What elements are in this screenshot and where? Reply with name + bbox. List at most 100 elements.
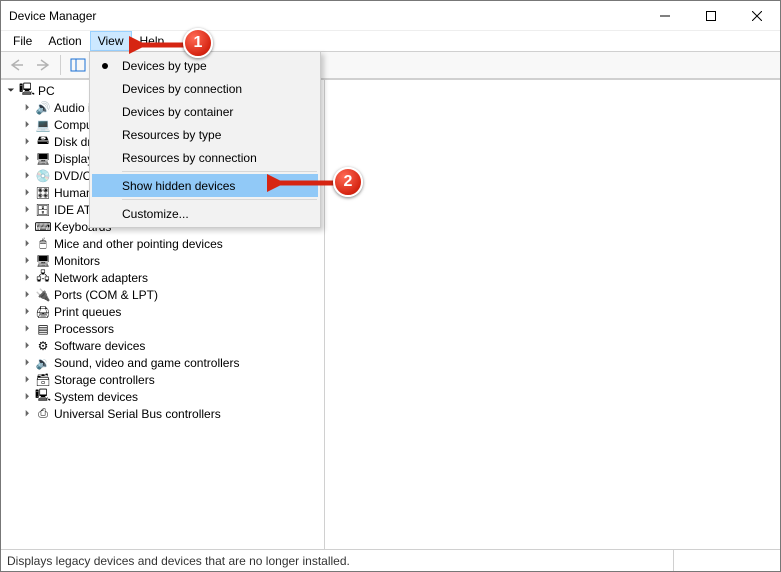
tree-node[interactable]: ⏵🖳System devices <box>21 388 324 405</box>
menuitem-devices-by-container[interactable]: Devices by container <box>92 100 318 123</box>
status-empty-cell <box>674 550 774 571</box>
menuitem-devices-by-type[interactable]: Devices by type <box>92 54 318 77</box>
tree-node-label: System devices <box>54 390 138 404</box>
menu-view[interactable]: View <box>90 31 132 51</box>
tree-node-label: Print queues <box>54 305 121 319</box>
back-button[interactable] <box>5 54 29 76</box>
menubar: FileActionViewHelp <box>1 31 780 51</box>
tree-node[interactable]: ⏵🖨Print queues <box>21 303 324 320</box>
menuitem-label: Devices by container <box>122 105 233 119</box>
tree-node[interactable]: ⏵⎙Universal Serial Bus controllers <box>21 405 324 422</box>
tree-node-label: Monitors <box>54 254 100 268</box>
view-dropdown-menu: Devices by type Devices by connection Devi… <box>89 51 321 228</box>
tree-node-label: Mice and other pointing devices <box>54 237 223 251</box>
tree-node[interactable]: ⏵🗃Storage controllers <box>21 371 324 388</box>
show-console-tree-button[interactable] <box>66 54 90 76</box>
annotation-badge-1: 1 <box>183 28 213 58</box>
tree-node-label: Processors <box>54 322 114 336</box>
annotation-arrow-2 <box>267 173 339 193</box>
menu-separator <box>122 199 317 200</box>
menuitem-label: Show hidden devices <box>122 179 235 193</box>
chevron-right-icon[interactable]: ⏵ <box>21 102 33 114</box>
disk-icon: 🖴 <box>35 134 51 150</box>
menuitem-customize[interactable]: Customize... <box>92 202 318 225</box>
status-bar: Displays legacy devices and devices that… <box>1 549 780 571</box>
close-button[interactable] <box>734 1 780 30</box>
minimize-button[interactable] <box>642 1 688 30</box>
tree-node-label: Universal Serial Bus controllers <box>54 407 221 421</box>
keyboard-icon: ⌨ <box>35 219 51 235</box>
forward-button[interactable] <box>31 54 55 76</box>
annotation-arrow-1 <box>129 33 189 57</box>
chevron-right-icon[interactable]: ⏵ <box>21 408 33 420</box>
close-icon <box>752 11 762 21</box>
tree-node-label: Sound, video and game controllers <box>54 356 239 370</box>
menu-separator <box>122 171 317 172</box>
pc-icon: 🖳 <box>19 83 35 99</box>
tree-node-label: Storage controllers <box>54 373 155 387</box>
titlebar: Device Manager <box>1 1 780 31</box>
sound-icon: 🔉 <box>35 355 51 371</box>
menuitem-resources-by-type[interactable]: Resources by type <box>92 123 318 146</box>
dvd-icon: 💿 <box>35 168 51 184</box>
annotation-badge-2: 2 <box>333 167 363 197</box>
annotation-badge-1-label: 1 <box>194 34 203 52</box>
tree-node-label: Ports (COM & LPT) <box>54 288 158 302</box>
menuitem-label: Customize... <box>122 207 189 221</box>
chevron-right-icon[interactable]: ⏵ <box>21 374 33 386</box>
ports-icon: 🔌 <box>35 287 51 303</box>
chevron-right-icon[interactable]: ⏵ <box>21 136 33 148</box>
chevron-right-icon[interactable]: ⏵ <box>21 170 33 182</box>
software-icon: ⚙ <box>35 338 51 354</box>
chevron-right-icon[interactable]: ⏵ <box>21 221 33 233</box>
tree-node[interactable]: ⏵🖧Network adapters <box>21 269 324 286</box>
tree-node[interactable]: ⏵🔉Sound, video and game controllers <box>21 354 324 371</box>
chevron-right-icon[interactable]: ⏵ <box>21 306 33 318</box>
hid-icon: 🎛 <box>35 185 51 201</box>
minimize-icon <box>660 11 670 21</box>
menuitem-resources-by-connection[interactable]: Resources by connection <box>92 146 318 169</box>
forward-arrow-icon <box>35 58 51 72</box>
chevron-down-icon[interactable]: ⏷ <box>5 85 17 97</box>
window-buttons <box>642 1 780 30</box>
chevron-right-icon[interactable]: ⏵ <box>21 289 33 301</box>
menuitem-label: Resources by connection <box>122 151 257 165</box>
menu-action[interactable]: Action <box>40 31 89 51</box>
menu-file[interactable]: File <box>5 31 40 51</box>
tree-node[interactable]: ⏵⚙Software devices <box>21 337 324 354</box>
chevron-right-icon[interactable]: ⏵ <box>21 340 33 352</box>
maximize-icon <box>706 11 716 21</box>
menuitem-label: Devices by type <box>122 59 207 73</box>
tree-node[interactable]: ⏵🔌Ports (COM & LPT) <box>21 286 324 303</box>
right-pane <box>325 80 780 549</box>
tree-node[interactable]: ⏵🖱Mice and other pointing devices <box>21 235 324 252</box>
status-text: Displays legacy devices and devices that… <box>7 550 674 571</box>
tree-node-label: Network adapters <box>54 271 148 285</box>
menuitem-devices-by-connection[interactable]: Devices by connection <box>92 77 318 100</box>
maximize-button[interactable] <box>688 1 734 30</box>
print-icon: 🖨 <box>35 304 51 320</box>
mouse-icon: 🖱 <box>35 236 51 252</box>
chevron-right-icon[interactable]: ⏵ <box>21 204 33 216</box>
chevron-right-icon[interactable]: ⏵ <box>21 119 33 131</box>
tree-node[interactable]: ⏵🖥Monitors <box>21 252 324 269</box>
tree-node-label: Software devices <box>54 339 145 353</box>
chevron-right-icon[interactable]: ⏵ <box>21 272 33 284</box>
audio-icon: 🔊 <box>35 100 51 116</box>
tree-node[interactable]: ⏵▤Processors <box>21 320 324 337</box>
radio-dot-icon <box>102 63 108 69</box>
chevron-right-icon[interactable]: ⏵ <box>21 187 33 199</box>
network-icon: 🖧 <box>35 270 51 286</box>
chevron-right-icon[interactable]: ⏵ <box>21 238 33 250</box>
chevron-right-icon[interactable]: ⏵ <box>21 391 33 403</box>
chevron-right-icon[interactable]: ⏵ <box>21 357 33 369</box>
system-icon: 🖳 <box>35 389 51 405</box>
chevron-right-icon[interactable]: ⏵ <box>21 255 33 267</box>
processor-icon: ▤ <box>35 321 51 337</box>
window-title: Device Manager <box>9 9 642 23</box>
menuitem-label: Resources by type <box>122 128 221 142</box>
menuitem-label: Devices by connection <box>122 82 242 96</box>
chevron-right-icon[interactable]: ⏵ <box>21 323 33 335</box>
console-tree-icon <box>70 58 86 72</box>
chevron-right-icon[interactable]: ⏵ <box>21 153 33 165</box>
